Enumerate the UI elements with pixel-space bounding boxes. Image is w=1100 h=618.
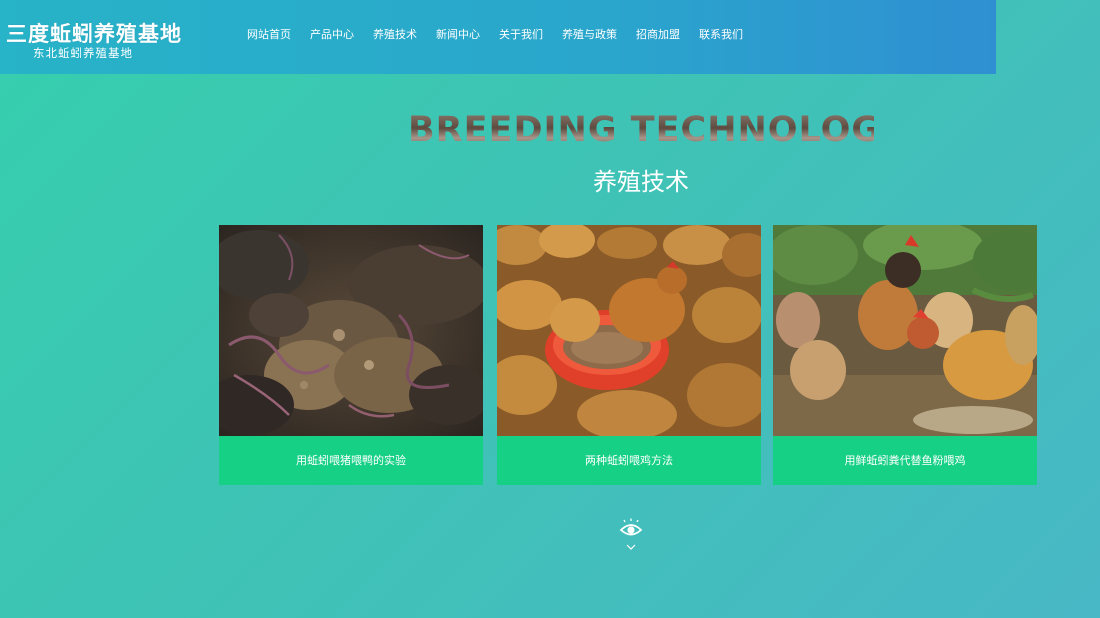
article-caption[interactable]: 用鲜蚯蚓粪代替鱼粉喂鸡 [773,436,1037,485]
nav-item-products[interactable]: 产品中心 [310,28,354,42]
main-nav: 网站首页 产品中心 养殖技术 新闻中心 关于我们 养殖与政策 招商加盟 联系我们 [247,28,743,42]
logo-subtitle: 东北蚯蚓养殖基地 [33,46,133,60]
nav-item-breeding-tech[interactable]: 养殖技术 [373,28,417,42]
section-title-en: BREEDING TECHNOLOGY [408,110,907,150]
nav-item-about[interactable]: 关于我们 [499,28,543,42]
logo-title[interactable]: 三度蚯蚓养殖基地 [6,18,182,48]
article-caption[interactable]: 两种蚯蚓喂鸡方法 [497,436,761,485]
nav-item-home[interactable]: 网站首页 [247,28,291,42]
eye-icon [619,518,643,536]
more-link[interactable] [619,518,643,556]
free-range-chickens-photo[interactable] [773,225,1037,436]
article-caption[interactable]: 用蚯蚓喂猪喂鸭的实验 [219,436,483,485]
article-card-3[interactable]: 用鲜蚯蚓粪代替鱼粉喂鸡 [773,225,1037,485]
article-card-1[interactable]: 用蚯蚓喂猪喂鸭的实验 [219,225,483,485]
nav-item-policy[interactable]: 养殖与政策 [562,28,617,42]
nav-item-news[interactable]: 新闻中心 [436,28,480,42]
earthworms-in-soil-photo[interactable] [219,225,483,436]
chickens-eating-from-red-basin-photo[interactable] [497,225,761,436]
nav-item-contact[interactable]: 联系我们 [699,28,743,42]
site-header: 三度蚯蚓养殖基地 东北蚯蚓养殖基地 网站首页 产品中心 养殖技术 新闻中心 关于… [0,0,996,74]
nav-item-franchise[interactable]: 招商加盟 [636,28,680,42]
chevron-down-icon [626,544,636,550]
section-title-cn: 养殖技术 [593,168,689,196]
article-card-2[interactable]: 两种蚯蚓喂鸡方法 [497,225,761,485]
